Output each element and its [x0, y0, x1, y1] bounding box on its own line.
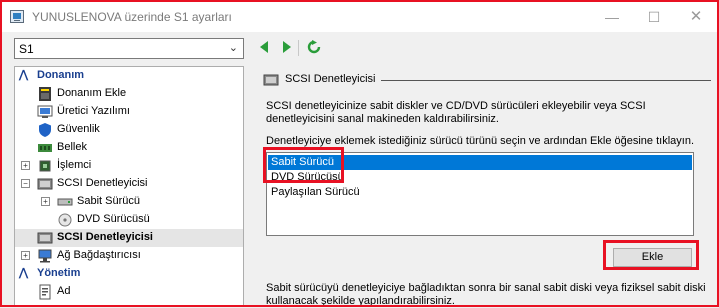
forward-arrow-icon[interactable] [280, 40, 294, 54]
shield-icon [39, 123, 51, 137]
tree-item-add-hardware[interactable]: Donanım Ekle [15, 85, 243, 103]
collapse-chevron-icon[interactable]: ⋀ [19, 266, 28, 279]
settings-window-icon [10, 10, 24, 23]
memory-icon [38, 144, 52, 152]
tree-item-scsi-controller[interactable]: − SCSI Denetleyicisi [15, 175, 243, 193]
tree-category-management[interactable]: ⋀ Yönetim [15, 265, 243, 283]
section-divider [381, 80, 711, 81]
hard-drive-icon [57, 198, 73, 206]
tree-category-label: Donanım [37, 69, 85, 81]
tree-item-label: Üretici Yazılımı [57, 105, 130, 117]
tree-item-name[interactable]: Ad [15, 283, 243, 301]
collapse-chevron-icon[interactable]: ⋀ [19, 68, 28, 81]
name-icon [39, 284, 51, 300]
back-arrow-icon[interactable] [257, 40, 271, 54]
tree-item-label: Ad [57, 285, 71, 297]
tree-item-network-adapter[interactable]: + Ağ Bağdaştırıcısı [15, 247, 243, 265]
toolbar-separator [298, 40, 299, 56]
tree-item-label: İşlemci [57, 159, 92, 171]
close-button[interactable]: ✕ [676, 6, 716, 28]
description-text: SCSI denetleyicinize sabit diskler ve CD… [266, 100, 646, 125]
title-bar: YUNUSLENOVA üzerinde S1 ayarları — ☐ ✕ [2, 2, 717, 32]
expand-toggle[interactable]: + [21, 251, 30, 260]
vm-selector-value: S1 [19, 42, 34, 56]
maximize-button[interactable]: ☐ [634, 6, 674, 28]
tree-item-label: Donanım Ekle [57, 87, 127, 99]
details-panel: SCSI Denetleyicisi SCSI denetleyicinize … [251, 66, 715, 307]
refresh-icon[interactable] [307, 40, 321, 54]
tree-item-label: SCSI Denetleyicisi [57, 177, 148, 189]
tree-category-label: Yönetim [37, 267, 81, 279]
tree-item-security[interactable]: Güvenlik [15, 121, 243, 139]
network-adapter-icon [38, 249, 52, 263]
add-hardware-icon [39, 87, 51, 101]
tree-item-firmware[interactable]: Üretici Yazılımı [15, 103, 243, 121]
annotation-highlight-list-item [263, 147, 344, 183]
tree-item-label: Bellek [57, 141, 87, 153]
chevron-down-icon: ⌄ [228, 42, 238, 54]
tree-item-dvd-drive[interactable]: DVD Sürücüsü [15, 211, 243, 229]
list-item-shared-drive[interactable]: Paylaşılan Sürücü [268, 185, 692, 200]
tree-item-label: Ağ Bağdaştırıcısı [57, 249, 141, 261]
tree-item-label: SCSI Denetleyicisi [57, 231, 153, 243]
expand-toggle[interactable]: + [41, 197, 50, 206]
tree-item-label: DVD Sürücüsü [77, 213, 150, 225]
annotation-highlight-add-button [603, 240, 699, 270]
collapse-toggle[interactable]: − [21, 179, 30, 188]
tree-item-label: Sabit Sürücü [77, 195, 140, 207]
footer-text: Sabit sürücüyü denetleyiciye bağladıktan… [266, 282, 706, 307]
minimize-button[interactable]: — [592, 6, 632, 28]
dvd-icon [58, 213, 72, 227]
section-title: SCSI Denetleyicisi [285, 73, 376, 85]
scsi-controller-icon [263, 74, 279, 86]
settings-tree: ⋀ Donanım Donanım Ekle Üretici Yazılımı … [14, 66, 244, 307]
tree-category-hardware[interactable]: ⋀ Donanım [15, 67, 243, 85]
tree-item-memory[interactable]: Bellek [15, 139, 243, 157]
processor-icon [39, 160, 51, 172]
tree-item-processor[interactable]: + İşlemci [15, 157, 243, 175]
vm-selector-dropdown[interactable]: S1 ⌄ [14, 38, 244, 59]
scsi-controller-icon [37, 178, 53, 190]
tree-item-scsi-controller-selected[interactable]: SCSI Denetleyicisi [15, 229, 243, 247]
tree-item-hard-drive[interactable]: + Sabit Sürücü [15, 193, 243, 211]
expand-toggle[interactable]: + [21, 161, 30, 170]
tree-item-label: Güvenlik [57, 123, 100, 135]
firmware-icon [37, 105, 53, 118]
scsi-controller-icon [37, 232, 53, 244]
window-title: YUNUSLENOVA üzerinde S1 ayarları [32, 10, 232, 24]
